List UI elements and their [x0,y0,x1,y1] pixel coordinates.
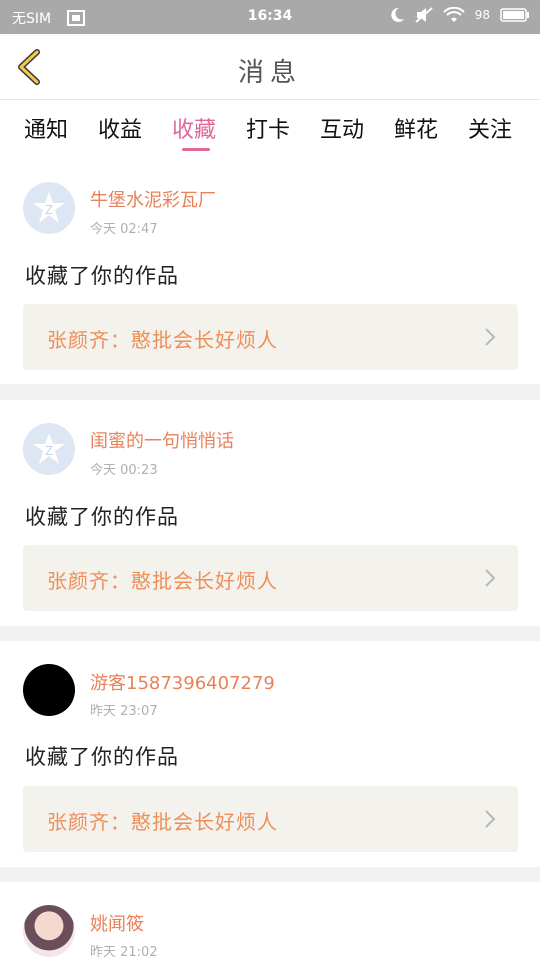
message-card: Z 闺蜜的一句悄悄话 今天 00:23 收藏了你的作品 张颜齐：憨批会长好烦人 [0,400,540,626]
app-header: 消息 [0,34,540,100]
message-time: 昨天 21:02 [90,945,158,960]
status-bar: 无SIM 16:34 98 [0,0,540,34]
wifi-icon [443,7,465,23]
svg-text:Z: Z [45,203,53,217]
work-link[interactable]: 张颜齐：憨批会长好烦人 [23,786,518,852]
work-link[interactable]: 张颜齐：憨批会长好烦人 [23,545,518,611]
default-avatar-icon[interactable]: Z [23,182,75,234]
action-text: 收藏了你的作品 [25,505,179,529]
work-title: 张颜齐：憨批会长好烦人 [47,328,278,352]
default-avatar-icon[interactable]: Z [23,423,75,475]
work-title: 张颜齐：憨批会长好烦人 [47,810,278,834]
work-title: 张颜齐：憨批会长好烦人 [47,569,278,593]
action-text: 收藏了你的作品 [25,745,179,769]
tab-flowers[interactable]: 鲜花 [394,112,438,144]
svg-text:Z: Z [45,444,53,458]
message-card: 游客1587396407279 昨天 23:07 收藏了你的作品 张颜齐：憨批会… [0,641,540,867]
chevron-right-icon [484,568,496,592]
mute-icon [415,7,433,23]
active-tab-indicator [182,148,210,151]
tab-interaction[interactable]: 互动 [320,112,364,144]
action-text: 收藏了你的作品 [25,264,179,288]
message-time: 今天 00:23 [90,463,158,478]
tab-follow[interactable]: 关注 [468,112,512,144]
message-time: 昨天 23:07 [90,704,158,719]
message-time: 今天 02:47 [90,222,158,237]
chevron-right-icon [484,809,496,833]
message-card: 姚闻筱 昨天 21:02 [0,882,540,960]
black-avatar[interactable] [23,664,75,716]
username[interactable]: 牛堡水泥彩瓦厂 [90,186,216,212]
tab-checkin[interactable]: 打卡 [246,112,290,144]
moon-icon [389,7,405,23]
battery-icon [500,8,530,22]
message-card: Z 牛堡水泥彩瓦厂 今天 02:47 收藏了你的作品 张颜齐：憨批会长好烦人 [0,160,540,384]
tab-notifications[interactable]: 通知 [24,112,68,144]
username[interactable]: 姚闻筱 [90,910,144,936]
photo-avatar[interactable] [23,905,75,957]
battery-percent: 98 [474,8,490,22]
tab-bar: 通知 收益 收藏 打卡 互动 鲜花 关注 [0,100,540,160]
username[interactable]: 游客1587396407279 [90,669,275,695]
work-link[interactable]: 张颜齐：憨批会长好烦人 [23,304,518,370]
chevron-right-icon [484,327,496,351]
page-title: 消息 [237,58,302,88]
tab-favorites[interactable]: 收藏 [172,112,216,144]
username[interactable]: 闺蜜的一句悄悄话 [90,427,234,453]
tab-earnings[interactable]: 收益 [98,112,142,144]
